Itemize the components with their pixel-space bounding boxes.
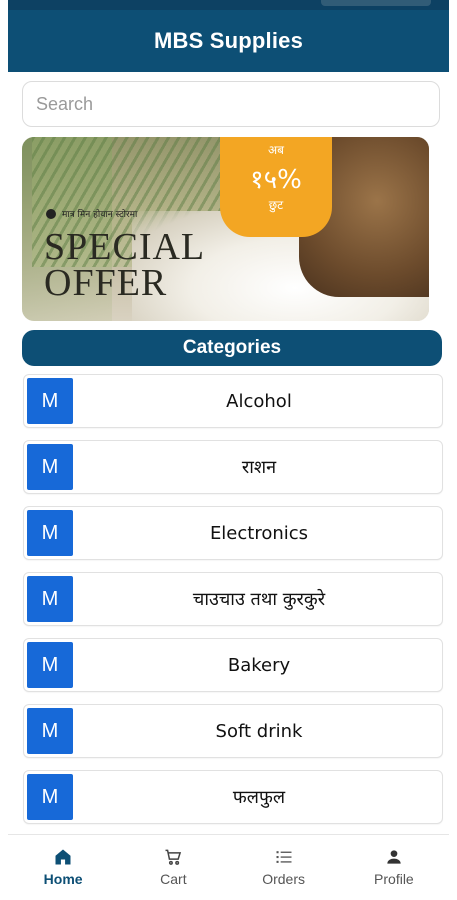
category-badge: M [27,378,73,424]
category-badge: M [27,708,73,754]
category-item[interactable]: M फलफुल [23,770,443,824]
nav-orders[interactable]: Orders [239,835,329,887]
banner-store-note-text: मात्र मिन होयान स्टोरमा [62,210,138,220]
category-label: Alcohol [226,390,292,412]
category-badge: M [27,642,73,688]
bottom-navigation: Home Cart Orders Profile [8,834,449,900]
status-bar [8,0,449,10]
category-badge: M [27,510,73,556]
discount-tag-top: अब [267,143,285,157]
banner-headline-line1: SPECIAL [44,226,206,268]
categories-header-label: Categories [182,337,282,358]
special-offer-banner[interactable]: अब १५% छुट मात्र मिन होयान स्टोरमा SPECI… [22,137,429,321]
frame-left [0,0,8,900]
category-item[interactable]: M Alcohol [23,374,443,428]
nav-profile-label: Profile [374,871,414,887]
category-badge: M [27,774,73,820]
search-placeholder: Search [36,93,94,114]
category-list: M Alcohol M राशन M Electronics M चाउचाउ … [23,374,443,835]
nav-orders-label: Orders [262,871,306,887]
cart-icon [165,849,182,865]
discount-tag: अब १५% छुट [220,137,332,237]
category-item[interactable]: M Bakery [23,638,443,692]
categories-header: Categories [22,330,442,366]
app-bar: MBS Supplies [8,10,449,72]
frame-right [449,0,457,900]
home-icon [55,849,71,865]
discount-tag-bottom: छुट [268,198,284,212]
discount-tag-percent: १५% [250,165,302,195]
category-label: Electronics [209,522,309,544]
main-content: Search अब १५% छुट मात्र मिन होयान स्टोरम… [8,72,449,835]
person-icon [387,850,401,864]
nav-home[interactable]: Home [18,835,108,887]
category-item[interactable]: M Soft drink [23,704,443,758]
category-label: राशन [241,457,277,478]
category-label: फलफुल [232,787,286,808]
nav-profile[interactable]: Profile [349,835,439,887]
status-icons [321,0,431,6]
category-label: चाउचाउ तथा कुरकुरे [192,589,326,610]
category-item[interactable]: M राशन [23,440,443,494]
category-label: Bakery [227,654,291,676]
nav-cart[interactable]: Cart [128,835,218,887]
nav-home-label: Home [43,871,83,887]
banner-store-note: मात्र मिन होयान स्टोरमा [46,207,137,220]
app-title: MBS Supplies [153,28,304,53]
bullet-icon [46,208,56,219]
search-input[interactable]: Search [22,81,440,127]
category-item[interactable]: M Electronics [23,506,443,560]
category-label: Soft drink [215,720,303,742]
category-item[interactable]: M चाउचाउ तथा कुरकुरे [23,572,443,626]
category-badge: M [27,444,73,490]
list-icon [276,851,292,863]
banner-headline: SPECIAL OFFER [44,226,206,304]
banner-headline-line2: OFFER [44,262,168,304]
category-badge: M [27,576,73,622]
nav-cart-label: Cart [160,871,187,887]
